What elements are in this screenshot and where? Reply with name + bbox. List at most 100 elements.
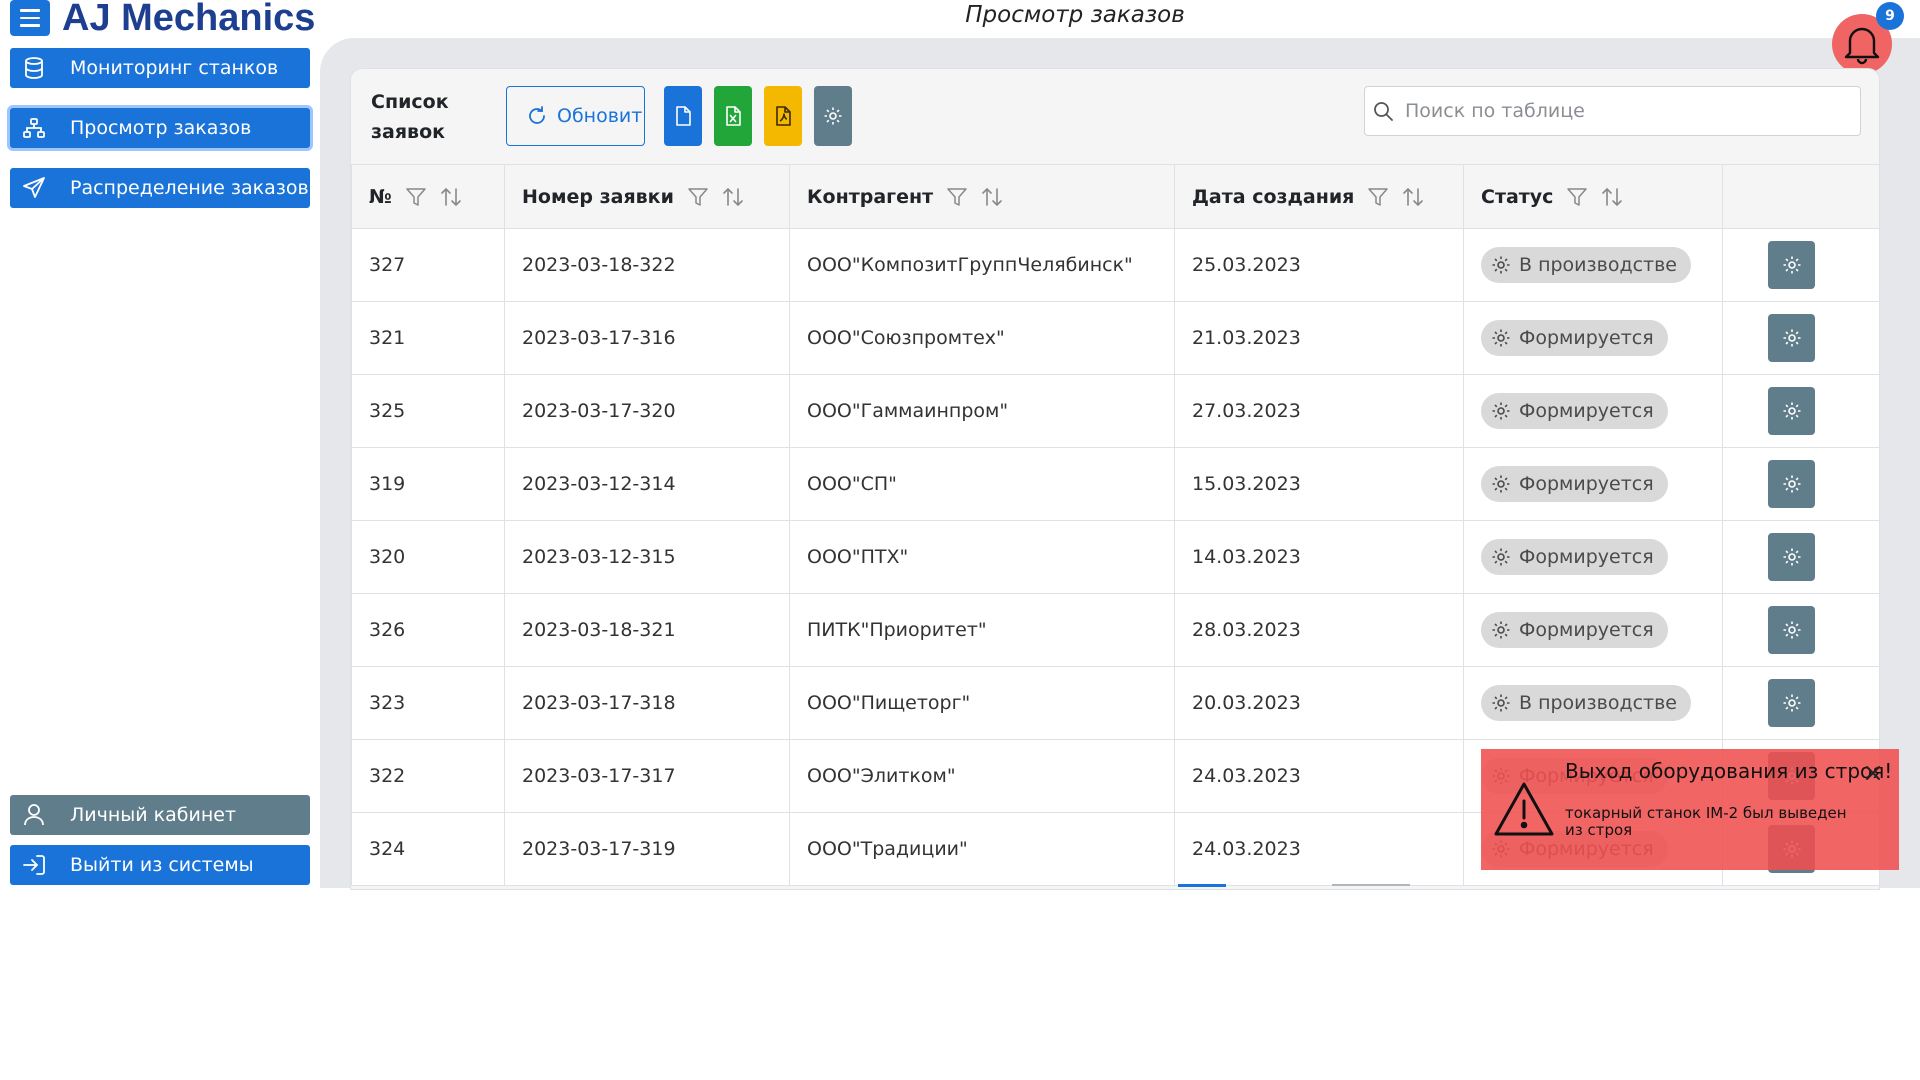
table-row[interactable]: 319 2023-03-12-314 ООО"СП" 15.03.2023 Формир… (351, 447, 1879, 521)
close-icon[interactable] (1863, 763, 1883, 783)
notification-count-badge: 9 (1876, 2, 1904, 30)
sort-icon[interactable] (1601, 187, 1623, 207)
cell-contractor: ООО"Союзпромтех" (789, 301, 1175, 375)
status-badge: В производстве (1481, 685, 1691, 721)
table-row[interactable]: 326 2023-03-18-321 ПИТК"Приоритет" 28.03.20… (351, 593, 1879, 667)
sitemap-icon (22, 116, 46, 140)
gear-icon (1491, 401, 1511, 421)
sort-icon[interactable] (440, 187, 462, 207)
cell-id: 324 (351, 812, 505, 886)
refresh-label: Обновить (557, 105, 645, 127)
filter-icon[interactable] (406, 187, 426, 207)
file-excel-icon (725, 106, 741, 126)
sidebar-item-label: Выйти из системы (70, 854, 254, 876)
cell-contractor: ООО"Традиции" (789, 812, 1175, 886)
gear-icon (1782, 693, 1802, 713)
sidebar-item-orders-distribution[interactable]: Распределение заказов (10, 168, 310, 208)
database-icon (22, 56, 46, 80)
row-settings-button[interactable] (1768, 460, 1815, 508)
table-settings-button[interactable] (814, 86, 852, 146)
cell-actions (1722, 666, 1879, 740)
row-settings-button[interactable] (1768, 679, 1815, 727)
sidebar-item-monitoring[interactable]: Мониторинг станков (10, 48, 310, 88)
cell-status: В производстве (1463, 666, 1723, 740)
cell-date: 27.03.2023 (1174, 374, 1464, 448)
bell-icon (1842, 23, 1882, 65)
status-label: В производстве (1519, 692, 1677, 714)
search-input[interactable]: Поиск по таблице (1364, 86, 1861, 136)
gear-icon (1782, 255, 1802, 275)
cell-actions (1722, 520, 1879, 594)
cell-contractor: ПИТК"Приоритет" (789, 593, 1175, 667)
cell-number: 2023-03-17-317 (504, 739, 790, 813)
error-toast: Выход оборудования из строя! токарный ст… (1481, 749, 1899, 870)
search-placeholder: Поиск по таблице (1405, 100, 1585, 122)
row-settings-button[interactable] (1768, 241, 1815, 289)
cell-status: Формируется (1463, 374, 1723, 448)
row-settings-button[interactable] (1768, 606, 1815, 654)
cell-contractor: ООО"ПТХ" (789, 520, 1175, 594)
gear-icon (1782, 620, 1802, 640)
sign-in-icon (22, 853, 46, 877)
column-header-number: Номер заявки (504, 164, 790, 229)
sidebar-item-logout[interactable]: Выйти из системы (10, 845, 310, 885)
sidebar: AJ Mechanics Мониторинг станков Просмотр… (0, 0, 320, 890)
cell-number: 2023-03-17-320 (504, 374, 790, 448)
gear-icon (1491, 547, 1511, 567)
refresh-icon (527, 106, 547, 126)
table-row[interactable]: 327 2023-03-18-322 ООО"КомпозитГруппЧеляби… (351, 228, 1879, 302)
gear-icon (1782, 474, 1802, 494)
cell-status: Формируется (1463, 301, 1723, 375)
cell-status: Формируется (1463, 593, 1723, 667)
status-badge: Формируется (1481, 612, 1668, 648)
status-label: Формируется (1519, 400, 1654, 422)
sidebar-item-profile[interactable]: Личный кабинет (10, 795, 310, 835)
user-icon (22, 803, 46, 827)
sort-icon[interactable] (1402, 187, 1424, 207)
column-header-id: № (351, 164, 505, 229)
file-pdf-icon (775, 106, 791, 126)
sort-icon[interactable] (722, 187, 744, 207)
cell-actions (1722, 301, 1879, 375)
export-pdf-button[interactable] (764, 86, 802, 146)
cell-date: 14.03.2023 (1174, 520, 1464, 594)
cell-date: 24.03.2023 (1174, 812, 1464, 886)
table-header-row: № Номер заявки Контрагент Дата создания … (351, 164, 1879, 229)
table-row[interactable]: 321 2023-03-17-316 ООО"Союзпромтех" 21.03.2… (351, 301, 1879, 375)
cell-date: 20.03.2023 (1174, 666, 1464, 740)
sidebar-item-orders-view[interactable]: Просмотр заказов (10, 108, 310, 148)
sidebar-item-label: Просмотр заказов (70, 117, 252, 139)
column-label: № (369, 185, 392, 208)
cell-id: 326 (351, 593, 505, 667)
orders-list-title: Список заявок (371, 91, 449, 143)
filter-icon[interactable] (688, 187, 708, 207)
filter-icon[interactable] (1368, 187, 1389, 207)
export-file-button[interactable] (664, 86, 702, 146)
cell-number: 2023-03-12-315 (504, 520, 790, 594)
cell-date: 24.03.2023 (1174, 739, 1464, 813)
cell-date: 28.03.2023 (1174, 593, 1464, 667)
status-badge: Формируется (1481, 320, 1668, 356)
table-row[interactable]: 325 2023-03-17-320 ООО"Гаммаинпром" 27.03.2… (351, 374, 1879, 448)
status-badge: В производстве (1481, 247, 1691, 283)
row-settings-button[interactable] (1768, 533, 1815, 581)
row-settings-button[interactable] (1768, 387, 1815, 435)
cell-number: 2023-03-17-318 (504, 666, 790, 740)
row-settings-button[interactable] (1768, 314, 1815, 362)
cell-number: 2023-03-18-322 (504, 228, 790, 302)
gear-icon (1491, 474, 1511, 494)
status-badge: Формируется (1481, 466, 1668, 502)
cell-number: 2023-03-18-321 (504, 593, 790, 667)
export-excel-button[interactable] (714, 86, 752, 146)
cell-status: Формируется (1463, 447, 1723, 521)
table-row[interactable]: 323 2023-03-17-318 ООО"Пищеторг" 20.03.2023… (351, 666, 1879, 740)
table-row[interactable]: 320 2023-03-12-315 ООО"ПТХ" 14.03.2023 Форми… (351, 520, 1879, 594)
sort-icon[interactable] (981, 187, 1003, 207)
cell-date: 21.03.2023 (1174, 301, 1464, 375)
filter-icon[interactable] (947, 187, 967, 207)
status-label: Формируется (1519, 619, 1654, 641)
filter-icon[interactable] (1567, 187, 1588, 207)
cell-actions (1722, 374, 1879, 448)
refresh-button[interactable]: Обновить (506, 86, 645, 146)
cell-id: 325 (351, 374, 505, 448)
